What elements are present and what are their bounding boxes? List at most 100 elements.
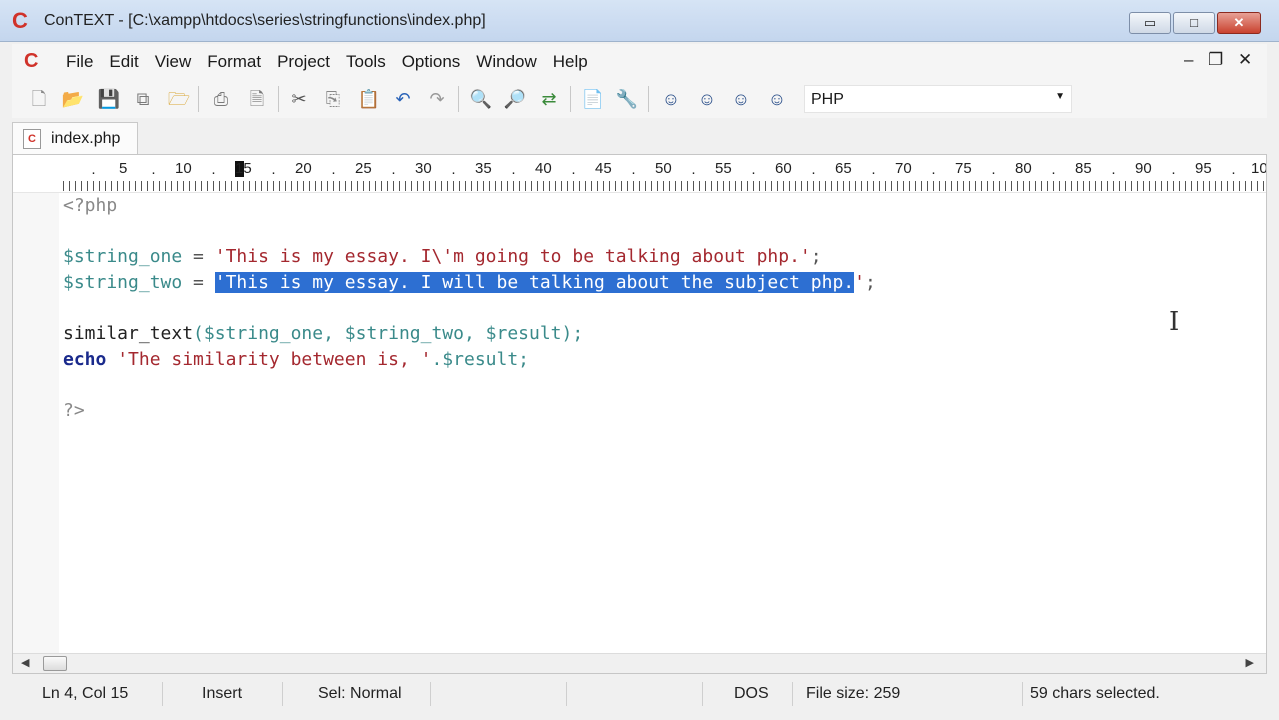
ruler-dot: · [271, 164, 276, 181]
ruler-dot: · [691, 164, 696, 181]
ruler-dot: · [1051, 164, 1056, 181]
redo-icon[interactable]: ↷ [424, 86, 450, 112]
php-close-tag: ?> [63, 400, 85, 421]
undo-icon[interactable]: ↶ [390, 86, 416, 112]
ruler-mark: 75 [955, 160, 972, 177]
code-area[interactable]: <?php $string_one = 'This is my essay. I… [63, 193, 1266, 653]
print-icon[interactable]: ⎙ [208, 86, 234, 112]
menu-project[interactable]: Project [269, 52, 338, 72]
assign-operator: = [182, 272, 215, 293]
edit-mode: Insert [202, 685, 243, 702]
document-system-menu-icon[interactable]: C [24, 50, 38, 73]
save-icon[interactable]: 💾 [96, 86, 122, 112]
ruler-dot: · [511, 164, 516, 181]
menu-window[interactable]: Window [468, 52, 544, 72]
tab-strip: C index.php [12, 118, 1267, 154]
user-command-3-icon[interactable]: ☺ [728, 86, 754, 112]
menu-items: File Edit View Format Project Tools Opti… [58, 52, 596, 72]
user-command-1-icon[interactable]: ☺ [658, 86, 684, 112]
paste-icon[interactable]: 📋 [356, 86, 382, 112]
ruler-mark: 80 [1015, 160, 1032, 177]
close-button[interactable]: ✕ [1217, 12, 1261, 34]
menu-view[interactable]: View [147, 52, 200, 72]
print-preview-icon[interactable]: 🗎 [244, 86, 270, 112]
cut-icon[interactable]: ✂ [286, 86, 312, 112]
code-line-1: <?php [63, 193, 117, 218]
selection-mode: Sel: Normal [318, 685, 402, 702]
open-folder-icon[interactable]: 🗁 [166, 86, 192, 112]
replace-icon[interactable]: ⇄ [536, 86, 562, 112]
menu-format[interactable]: Format [199, 52, 269, 72]
user-command-4-icon[interactable]: ☺ [764, 86, 790, 112]
menu-options[interactable]: Options [394, 52, 469, 72]
ruler-dot: · [211, 164, 216, 181]
ruler-mark: 90 [1135, 160, 1152, 177]
function-arguments: ($string_one, $string_two, $result); [193, 323, 584, 344]
code-line-9: ?> [63, 398, 85, 423]
ruler-dot: · [871, 164, 876, 181]
ruler-dot: · [991, 164, 996, 181]
variable-string-two: $string_two [63, 272, 183, 293]
ruler-mark: 85 [1075, 160, 1092, 177]
ruler-dot: · [1171, 164, 1176, 181]
toolbar-separator [458, 86, 459, 112]
document-restore-button[interactable]: ❐ [1208, 50, 1223, 70]
concat-variable: .$result; [431, 349, 530, 370]
find-next-icon[interactable]: 🔎 [502, 86, 528, 112]
menu-help[interactable]: Help [545, 52, 596, 72]
column-ruler: · 5 · 10 · 15 · 20 · 25 · 30 · 35 · 40 ·… [13, 155, 1266, 193]
scroll-right-icon[interactable]: ▶ [1246, 656, 1254, 669]
title-bar: C ConTEXT - [C:\xampp\htdocs\series\stri… [0, 0, 1279, 42]
php-open-tag: <?php [63, 195, 118, 216]
ruler-dot: · [811, 164, 816, 181]
ruler-dot: · [151, 164, 156, 181]
copy-icon[interactable]: ⎘ [320, 86, 346, 112]
editor-pane[interactable]: · 5 · 10 · 15 · 20 · 25 · 30 · 35 · 40 ·… [12, 154, 1267, 674]
ruler-ticks [63, 181, 1266, 191]
ruler-mark: 55 [715, 160, 732, 177]
user-command-2-icon[interactable]: ☺ [694, 86, 720, 112]
toolbar: 🗋 📂 💾 ⧉ 🗁 ⎙ 🗎 ✂ ⎘ 📋 ↶ ↷ 🔍 🔎 ⇄ 📄 🔧 ☺ ☺ ☺ … [12, 80, 1267, 118]
ruler-dot: · [331, 164, 336, 181]
save-all-icon[interactable]: ⧉ [130, 86, 156, 112]
ruler-dot: · [451, 164, 456, 181]
ruler-dot: · [571, 164, 576, 181]
new-file-icon[interactable]: 🗋 [26, 86, 52, 112]
ruler-mark: 60 [775, 160, 792, 177]
status-divider [162, 682, 163, 706]
menu-edit[interactable]: Edit [101, 52, 146, 72]
close-icon: ✕ [1233, 15, 1245, 30]
string-literal: 'This is my essay. I\'m going to be talk… [214, 246, 811, 267]
toolbar-separator [278, 86, 279, 112]
ruler-mark: 10 [1251, 160, 1266, 177]
scroll-left-icon[interactable]: ◀ [21, 656, 29, 669]
assign-operator: = [182, 246, 215, 267]
ruler-mark: 45 [595, 160, 612, 177]
maximize-button[interactable]: □ [1173, 12, 1215, 34]
open-file-icon[interactable]: 📂 [60, 86, 86, 112]
file-size: File size: 259 [806, 685, 901, 702]
window-title: ConTEXT - [C:\xampp\htdocs\series\string… [44, 12, 486, 29]
document-minimize-button[interactable]: – [1184, 50, 1193, 70]
find-icon[interactable]: 🔍 [468, 86, 494, 112]
code-line-6: similar_text($string_one, $string_two, $… [63, 321, 583, 346]
menu-file[interactable]: File [58, 52, 101, 72]
ruler-dot: · [391, 164, 396, 181]
semicolon: ; [810, 246, 822, 267]
status-divider [430, 682, 431, 706]
scrollbar-thumb[interactable] [43, 656, 67, 671]
tab-index-php[interactable]: C index.php [12, 122, 138, 154]
ruler-dot: · [91, 164, 96, 181]
document-properties-icon[interactable]: 📄 [580, 86, 606, 112]
status-divider [702, 682, 703, 706]
minimize-button[interactable]: ▭ [1129, 12, 1171, 34]
highlighter-select[interactable]: PHP ▼ [804, 85, 1072, 113]
document-close-button[interactable]: ✕ [1238, 50, 1252, 70]
status-divider [1022, 682, 1023, 706]
line-gutter[interactable] [13, 193, 59, 653]
horizontal-scrollbar[interactable]: ◀ ▶ [13, 653, 1266, 673]
tools-icon[interactable]: 🔧 [614, 86, 640, 112]
menu-tools[interactable]: Tools [338, 52, 394, 72]
status-bar: Ln 4, Col 15 Insert Sel: Normal DOS File… [12, 678, 1267, 710]
string-literal-end: ' [854, 272, 865, 293]
